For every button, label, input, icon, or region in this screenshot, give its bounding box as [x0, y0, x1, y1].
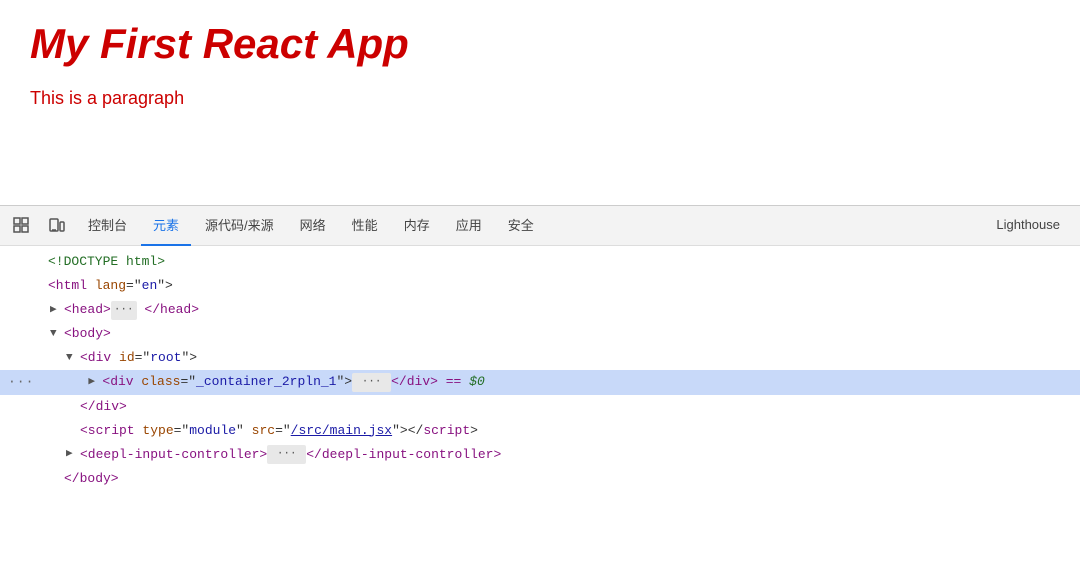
arrow-head[interactable] [50, 301, 62, 320]
app-paragraph: This is a paragraph [30, 88, 1050, 109]
arrow-body[interactable] [50, 325, 62, 344]
dom-div-root-close: </div> [0, 395, 1080, 419]
tab-lighthouse[interactable]: Lighthouse [984, 206, 1072, 246]
arrow-div-container[interactable] [88, 373, 100, 392]
script-src-link[interactable]: /src/main.jsx [291, 420, 392, 442]
inspect-icon[interactable] [8, 212, 36, 240]
tab-application[interactable]: 应用 [444, 206, 494, 246]
tab-memory[interactable]: 内存 [392, 206, 442, 246]
dom-head: <head> ··· </head> [0, 298, 1080, 322]
tab-network[interactable]: 网络 [288, 206, 338, 246]
dom-script: <script type="module" src="/src/main.jsx… [0, 419, 1080, 443]
dom-div-root: <div id="root"> [0, 346, 1080, 370]
tab-security[interactable]: 安全 [496, 206, 546, 246]
dom-html: <html lang="en"> [0, 274, 1080, 298]
device-icon[interactable] [42, 212, 70, 240]
dom-doctype: <!DOCTYPE html> [0, 250, 1080, 274]
dom-body-close: </body> [0, 467, 1080, 491]
tab-console[interactable]: 控制台 [76, 206, 139, 246]
arrow-deepl[interactable] [66, 445, 78, 464]
dom-div-container[interactable]: ··· <div class="_container_2rpln_1"> ···… [0, 370, 1080, 394]
tab-elements[interactable]: 元素 [141, 206, 191, 246]
tab-performance[interactable]: 性能 [340, 206, 390, 246]
arrow-div-root[interactable] [66, 349, 78, 368]
browser-preview: My First React App This is a paragraph [0, 0, 1080, 205]
devtools-panel: 控制台 元素 源代码/来源 网络 性能 内存 应用 安全 Lighthouse … [0, 205, 1080, 495]
devtools-tabs-bar: 控制台 元素 源代码/来源 网络 性能 内存 应用 安全 Lighthouse [0, 206, 1080, 246]
dom-body-open: <body> [0, 322, 1080, 346]
tab-sources[interactable]: 源代码/来源 [193, 206, 286, 246]
dom-tree: <!DOCTYPE html> <html lang="en"> <head> … [0, 246, 1080, 495]
app-title: My First React App [30, 20, 1050, 68]
dom-deepl: <deepl-input-controller> ··· </deepl-inp… [0, 443, 1080, 467]
